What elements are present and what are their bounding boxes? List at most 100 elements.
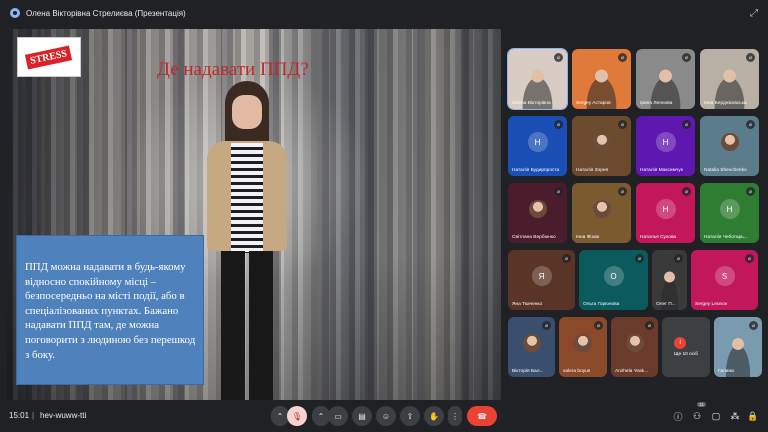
chat-icon[interactable]: ▢ (709, 409, 723, 423)
mic-muted-icon: ⌀ (594, 321, 603, 330)
lock-icon[interactable]: 🔒 (746, 409, 760, 423)
avatar (522, 334, 541, 353)
mic-muted-icon: ⌀ (618, 53, 627, 62)
people-icon[interactable]: ⚇ (690, 409, 704, 423)
mic-muted-icon: ⌀ (746, 187, 755, 196)
mic-off-icon[interactable]: 🎙 (287, 406, 307, 426)
participant-tile[interactable]: Н ⌀ Наталія Максимчук (636, 116, 695, 176)
participant-tile[interactable]: ⌀ Галина (714, 317, 762, 377)
mic-muted-icon: ⌀ (562, 254, 571, 263)
participant-tile[interactable]: ⌀ Інна Фізюк (572, 183, 631, 243)
window-title: Олена Вікторівна Стрелиєва (Презентація) (26, 8, 186, 18)
leave-call-icon[interactable]: ☎ (467, 406, 497, 426)
participant-tile[interactable]: ⌀ Інна Бердніковська (700, 49, 759, 109)
participant-tile[interactable]: ⌀ Олена Вікторівна ... (507, 48, 568, 110)
top-bar: Олена Вікторівна Стрелиєва (Презентація)… (0, 0, 768, 26)
participant-name: Natalia Shevchenko (704, 168, 747, 173)
participant-name: Ірина Леонова (640, 101, 673, 106)
camera-icon[interactable]: ▭ (328, 406, 348, 426)
avatar: Я (531, 266, 552, 287)
participant-tile[interactable]: Н ⌀ Наталья Сухова (636, 183, 695, 243)
captions-icon[interactable]: ▤ (352, 406, 372, 426)
participant-tile[interactable]: S ⌀ Sergey Leonov (691, 250, 758, 310)
participant-tile[interactable]: ⌀ Вікторія Бал... (508, 317, 555, 377)
participant-tile[interactable]: Н ⌀ Наталія Чеботарь... (700, 183, 759, 243)
raise-hand-icon[interactable]: ✋ (424, 406, 444, 426)
participant-name: Вікторія Бал... (512, 369, 544, 374)
avatar (528, 200, 547, 219)
participant-name: Інна Фізюк (576, 235, 600, 240)
emoji-icon[interactable]: ☺ (376, 406, 396, 426)
participant-name: valera boyus (563, 369, 591, 374)
avatar (592, 133, 611, 152)
participant-tile[interactable]: ⌀ Natalia Shevchenko (700, 116, 759, 176)
more-vert-icon[interactable]: ⋮ (448, 406, 462, 426)
participant-tile[interactable]: ⌀ valera boyus (559, 317, 607, 377)
clock: 15:01 (9, 411, 30, 420)
mic-muted-icon: ⌀ (618, 120, 627, 129)
participant-name: Ще 10 осіб (673, 352, 699, 357)
participant-name: Галина (718, 369, 734, 374)
participant-name: Олег П... (656, 302, 676, 307)
meeting-code: hev-wuww-tti (40, 411, 87, 420)
mic-muted-icon: ⌀ (746, 120, 755, 129)
mic-muted-icon: ⌀ (682, 53, 691, 62)
bottom-bar: 15:01 | hev-wuww-tti ⌃ 🎙 ⌃ ▭ ▤ ☺ ⇧ ✋ ⋮ ☎… (0, 400, 768, 432)
participant-name: Anzhela Yeak... (615, 369, 649, 374)
participant-tile[interactable]: ⌀ Sergey Aстapoв (572, 49, 631, 109)
stress-logo: STRESS (17, 37, 81, 77)
participant-tile[interactable]: Я ⌀ Яна Ткаченко (508, 250, 575, 310)
mic-muted-icon: ⌀ (618, 187, 627, 196)
avatar (625, 334, 644, 353)
participant-name: Олена Вікторівна ... (512, 101, 556, 106)
participant-name: Наталія Будирпроста (512, 168, 560, 173)
slide-text-box: ППД можна надавати в будь-якому відносно… (16, 235, 204, 385)
participant-tile[interactable]: ⌀ Олег П... (652, 250, 687, 310)
mic-muted-icon: ⌀ (682, 120, 691, 129)
mic-muted-icon: ⌀ (745, 254, 754, 263)
avatar (592, 200, 611, 219)
mic-muted-icon: ⌀ (554, 187, 563, 196)
slide-title: Де надавати ППД? (157, 59, 309, 80)
presentation-slide: STRESS Де надавати ППД? ППД можна надава… (7, 29, 501, 400)
participant-tile[interactable]: І Ще 10 осіб (662, 317, 710, 377)
avatar: Н (655, 199, 676, 220)
participant-tile[interactable]: Н ⌀ Наталія Будирпроста (508, 116, 567, 176)
presenting-icon (10, 8, 20, 18)
activities-icon[interactable]: ⁂ (728, 409, 742, 423)
avatar: Н (527, 132, 548, 153)
woman-figure (199, 81, 295, 400)
avatar (574, 334, 592, 353)
avatar: S (714, 266, 735, 287)
avatar: Н (655, 132, 676, 153)
avatar (720, 133, 739, 152)
participant-name: Інна Бердніковська (704, 101, 747, 106)
avatar: Н (719, 199, 740, 220)
participant-count-badge: 31 (697, 402, 707, 407)
stress-logo-text: STRESS (25, 44, 73, 70)
participant-name: Sergey Aстapoв (576, 101, 611, 106)
participant-tile[interactable]: ⌀ Ірина Леонова (636, 49, 695, 109)
participant-name: Sergey Leonov (695, 302, 728, 307)
mic-muted-icon: ⌀ (645, 321, 654, 330)
participant-tile[interactable]: ⌀ Світлана Вербюнко (508, 183, 567, 243)
mic-muted-icon: ⌀ (635, 254, 644, 263)
mic-muted-icon: ⌀ (749, 321, 758, 330)
participant-name: Світлана Вербюнко (512, 235, 556, 240)
avatar: І (674, 337, 687, 350)
present-icon[interactable]: ⇧ (400, 406, 420, 426)
participant-tile[interactable]: ⌀ Наталія Зорня (572, 116, 631, 176)
mic-muted-icon: ⌀ (554, 53, 563, 62)
mic-muted-icon: ⌀ (554, 120, 563, 129)
participant-name: Наталія Зорня (576, 168, 609, 173)
mic-muted-icon: ⌀ (542, 321, 551, 330)
participant-tile[interactable]: ⌀ Anzhela Yeak... (611, 317, 658, 377)
participant-name: Наталья Сухова (640, 235, 677, 240)
participant-name: Наталія Чеботарь... (704, 235, 748, 240)
slide-body-text: ППД можна надавати в будь-якому відносно… (25, 261, 196, 361)
expand-icon[interactable]: ⤢ (748, 7, 760, 19)
avatar: О (603, 266, 624, 287)
participant-tile[interactable]: О ⌀ Ольга Горюнова (579, 250, 648, 310)
info-icon[interactable]: ⓘ (671, 409, 685, 423)
separator: | (32, 411, 35, 420)
